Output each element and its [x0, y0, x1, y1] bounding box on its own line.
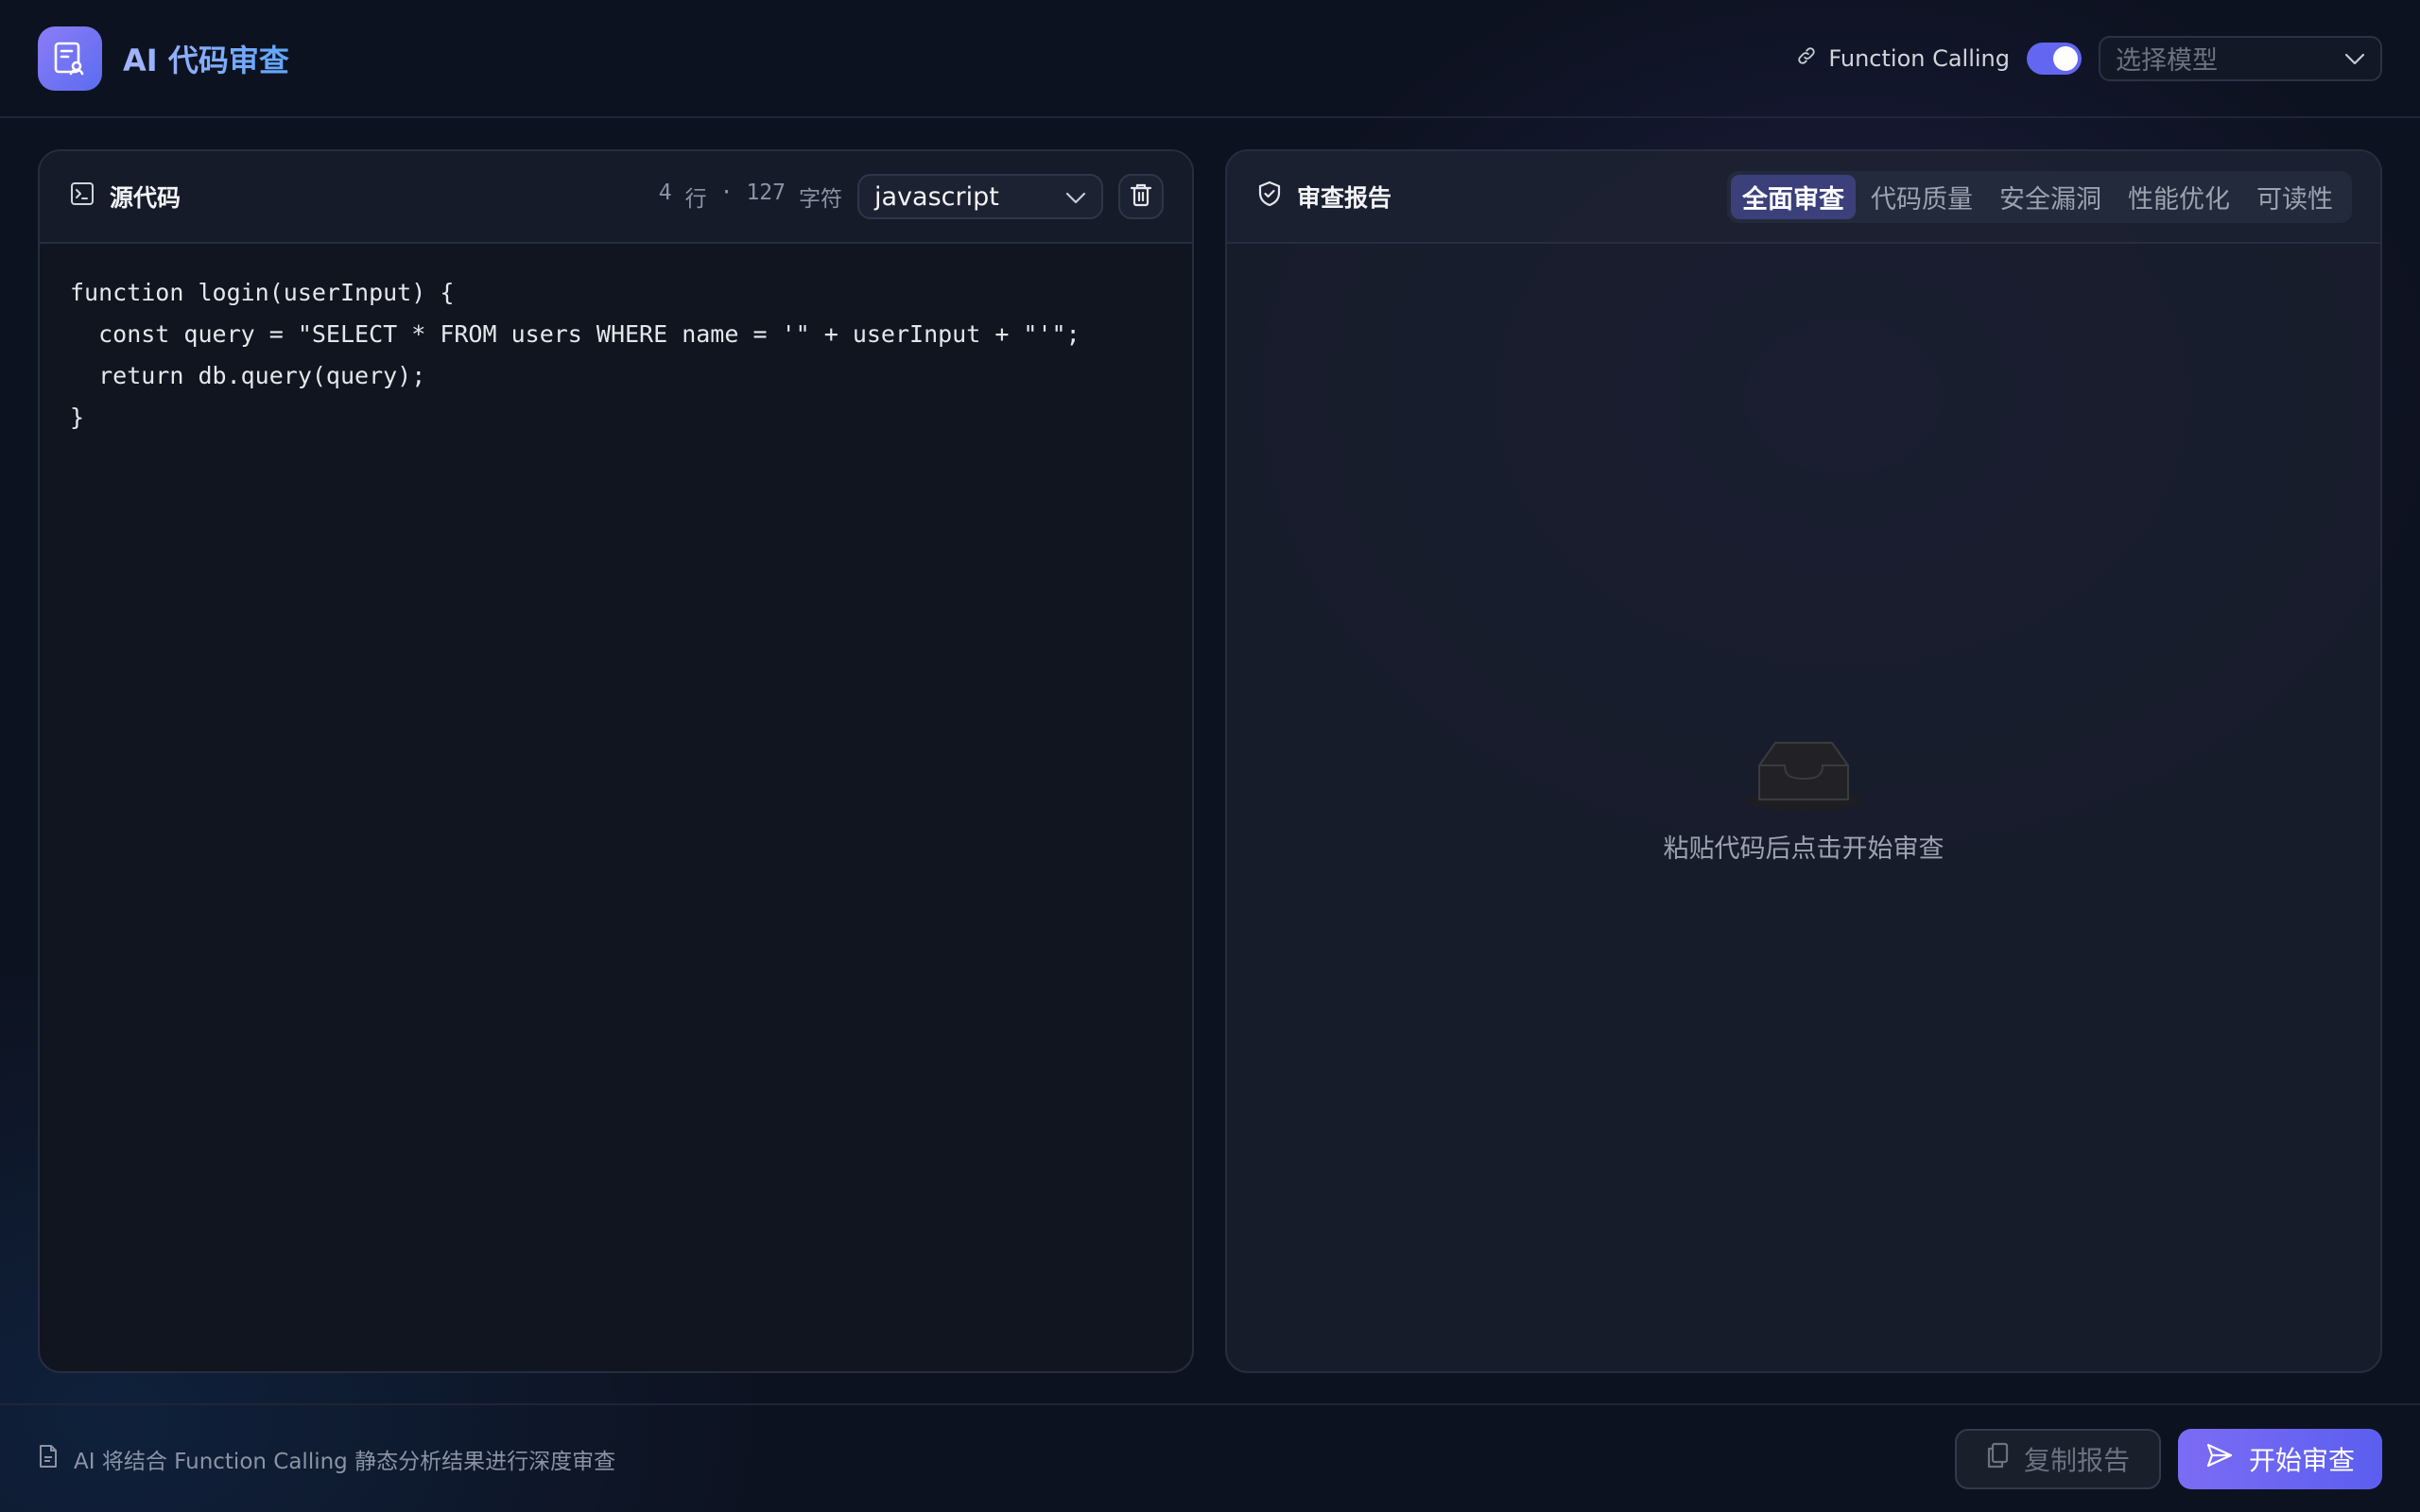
empty-state: 粘贴代码后点击开始审查 [1227, 737, 2380, 865]
header-controls: Function Calling 选择模型 [1796, 35, 2382, 81]
code-editor[interactable]: function login(userInput) { const query … [40, 244, 1192, 467]
link-icon [1796, 45, 1817, 72]
code-stats: 4 行 · 127 字符 [659, 180, 842, 213]
shield-check-icon [1257, 180, 1282, 213]
function-calling-text: Function Calling [1828, 44, 2010, 72]
tab-performance[interactable]: 性能优化 [2117, 175, 2241, 219]
report-panel-header: 审查报告 全面审查 代码质量 安全漏洞 性能优化 可读性 [1227, 151, 2380, 244]
source-panel-title: 源代码 [70, 180, 181, 214]
source-code-panel: 源代码 4 行 · 127 字符 javascript function log… [38, 149, 1194, 1373]
model-select[interactable]: 选择模型 [2099, 35, 2382, 81]
footer-note-text: AI 将结合 Function Calling 静态分析结果进行深度审查 [74, 1449, 616, 1474]
app-title: AI 代码审查 [123, 37, 289, 80]
stats-separator: · [719, 180, 734, 205]
footer-actions: 复制报告 开始审查 [1955, 1428, 2382, 1489]
empty-state-message: 粘贴代码后点击开始审查 [1663, 834, 1945, 864]
toggle-knob [2053, 45, 2078, 71]
language-value: javascript [874, 181, 999, 212]
char-count: 127 [746, 180, 786, 205]
app-logo-icon [38, 26, 102, 91]
copy-report-button[interactable]: 复制报告 [1955, 1428, 2161, 1489]
line-unit: 行 [684, 187, 707, 212]
review-report-panel: 审查报告 全面审查 代码质量 安全漏洞 性能优化 可读性 粘贴代码后点击开始审查 [1225, 149, 2382, 1373]
source-panel-title-text: 源代码 [110, 184, 182, 212]
app-footer: AI 将结合 Function Calling 静态分析结果进行深度审查 复制报… [0, 1403, 2420, 1512]
copy-icon [1986, 1442, 2009, 1475]
footer-note: AI 将结合 Function Calling 静态分析结果进行深度审查 [38, 1443, 615, 1475]
send-icon [2205, 1442, 2234, 1475]
tab-security[interactable]: 安全漏洞 [1988, 175, 2113, 219]
function-calling-toggle[interactable] [2027, 42, 2082, 75]
language-select[interactable]: javascript [857, 174, 1103, 219]
report-panel-title: 审查报告 [1257, 180, 1392, 214]
chevron-down-icon [2344, 43, 2365, 73]
model-select-placeholder: 选择模型 [2116, 46, 2218, 76]
tab-full-review[interactable]: 全面审查 [1731, 174, 1856, 219]
report-panel-title-text: 审查报告 [1297, 184, 1392, 212]
function-calling-label: Function Calling [1796, 45, 2010, 72]
tab-code-quality[interactable]: 代码质量 [1859, 175, 1984, 219]
tab-readability[interactable]: 可读性 [2245, 175, 2344, 219]
inbox-icon [1742, 737, 1865, 816]
line-count: 4 [658, 180, 672, 205]
chevron-down-icon [1065, 182, 1086, 212]
start-review-button[interactable]: 开始审查 [2178, 1428, 2382, 1489]
review-type-tabs: 全面审查 代码质量 安全漏洞 性能优化 可读性 [1727, 170, 2352, 223]
char-unit: 字符 [799, 187, 842, 212]
source-panel-header: 源代码 4 行 · 127 字符 javascript [40, 151, 1192, 244]
document-icon [38, 1444, 59, 1474]
brand: AI 代码审查 [38, 26, 289, 91]
trash-icon [1130, 182, 1152, 211]
start-review-label: 开始审查 [2248, 1444, 2355, 1476]
app-header: AI 代码审查 Function Calling 选择模型 [0, 0, 2420, 118]
copy-report-label: 复制报告 [2023, 1444, 2130, 1476]
terminal-icon [70, 181, 95, 212]
clear-code-button[interactable] [1118, 174, 1164, 219]
source-panel-tools: 4 行 · 127 字符 javascript [659, 174, 1164, 219]
